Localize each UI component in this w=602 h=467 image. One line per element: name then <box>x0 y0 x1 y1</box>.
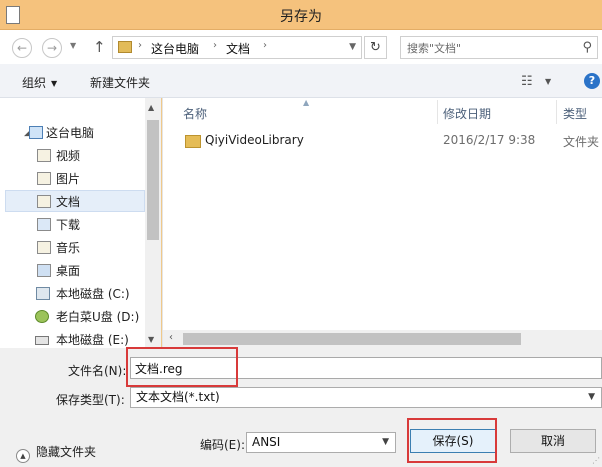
scroll-left-arrow-icon[interactable]: ‹ <box>169 332 173 343</box>
nav-item-downloads[interactable]: 下载 <box>0 214 145 236</box>
encoding-select[interactable]: ANSI ▼ <box>246 432 396 453</box>
filetype-select[interactable]: 文本文档(*.txt) ▼ <box>130 387 602 408</box>
breadcrumb-this-pc[interactable]: 这台电脑 <box>151 40 199 57</box>
nav-scrollbar[interactable]: ▲ ▼ <box>145 98 161 348</box>
nav-item-this-pc[interactable]: ◢ 这台电脑 <box>0 122 145 144</box>
chevron-right-icon: › <box>213 40 217 51</box>
filetype-label: 保存类型(T): <box>56 393 125 407</box>
column-header-date[interactable]: 修改日期 <box>443 105 491 122</box>
encoding-label: 编码(E): <box>200 438 245 452</box>
view-options-icon[interactable]: ☷ <box>521 74 533 89</box>
hide-folders-button[interactable]: ▲ 隐藏文件夹 <box>16 443 96 463</box>
nav-item-drive-d[interactable]: 老白菜U盘 (D:) <box>0 306 145 328</box>
chevron-right-icon: › <box>138 40 142 51</box>
collapse-up-icon: ▲ <box>16 449 30 463</box>
nav-label: 文档 <box>56 195 81 209</box>
refresh-button[interactable]: ↻ <box>364 36 387 59</box>
nav-item-documents[interactable]: 文档 <box>5 190 145 212</box>
drive-icon <box>36 287 50 300</box>
column-header-type[interactable]: 类型 <box>563 105 587 122</box>
nav-label: 桌面 <box>56 264 81 278</box>
back-button[interactable]: ← <box>12 38 32 58</box>
cancel-button[interactable]: 取消 <box>510 429 596 453</box>
scrollbar-thumb[interactable] <box>183 333 521 345</box>
video-folder-icon <box>37 149 51 162</box>
sort-ascending-icon: ▲ <box>303 98 310 107</box>
nav-label: 本地磁盘 (C:) <box>56 287 130 301</box>
forward-button[interactable]: → <box>42 38 62 58</box>
chevron-down-icon: ▼ <box>382 437 389 447</box>
window-title: 另存为 <box>280 9 322 25</box>
organize-button[interactable]: 组织 ▼ <box>22 74 57 91</box>
file-row[interactable]: QiyiVideoLibrary 2016/2/17 9:38 文件夹 <box>163 130 602 152</box>
save-form: 文件名(N): 保存类型(T): 文本文档(*.txt) ▼ ▲ 隐藏文件夹 编码… <box>0 347 602 467</box>
column-divider[interactable] <box>556 100 557 124</box>
chevron-down-icon: ▼ <box>588 392 595 402</box>
nav-label: 老白菜U盘 (D:) <box>56 310 140 324</box>
caret-down-icon[interactable]: ▼ <box>545 77 551 86</box>
column-header-name[interactable]: 名称 <box>183 105 207 122</box>
address-bar[interactable]: › 这台电脑 › 文档 › ▼ <box>112 36 362 59</box>
nav-item-videos[interactable]: 视频 <box>0 145 145 167</box>
pictures-folder-icon <box>37 172 51 185</box>
file-name: QiyiVideoLibrary <box>205 133 304 147</box>
folder-icon <box>118 41 132 53</box>
column-divider[interactable] <box>437 100 438 124</box>
hide-folders-label: 隐藏文件夹 <box>36 445 97 459</box>
search-icon: ⚲ <box>582 40 592 55</box>
search-box[interactable]: ⚲ <box>400 36 598 59</box>
title-bar: 另存为 <box>0 0 602 30</box>
nav-item-drive-c[interactable]: 本地磁盘 (C:) <box>0 283 145 305</box>
highlight-box <box>126 347 238 387</box>
help-icon[interactable]: ? <box>584 73 600 89</box>
nav-label: 音乐 <box>56 241 81 255</box>
scrollbar-thumb[interactable] <box>147 120 159 240</box>
breadcrumb-documents[interactable]: 文档 <box>226 40 250 57</box>
file-date: 2016/2/17 9:38 <box>443 133 536 147</box>
nav-item-pictures[interactable]: 图片 <box>0 168 145 190</box>
music-folder-icon <box>37 241 51 254</box>
caret-down-icon: ▼ <box>51 79 58 88</box>
file-type: 文件夹 <box>563 135 600 149</box>
filetype-value: 文本文档(*.txt) <box>136 390 220 404</box>
command-toolbar: 组织 ▼ 新建文件夹 ☷ ▼ ? <box>0 64 602 98</box>
usb-drive-icon <box>35 310 49 323</box>
documents-folder-icon <box>37 195 51 208</box>
nav-item-music[interactable]: 音乐 <box>0 237 145 259</box>
drive-icon <box>35 336 49 345</box>
highlight-box <box>407 418 497 463</box>
search-input[interactable] <box>407 40 567 56</box>
navigation-pane: ◢ 这台电脑 视频 图片 文档 下载 音乐 桌面 本地磁盘 (C:) 老白菜U盘… <box>0 98 161 348</box>
recent-locations-dropdown[interactable]: ▼ <box>70 41 76 50</box>
filename-label: 文件名(N): <box>68 364 127 378</box>
nav-label: 这台电脑 <box>46 126 95 140</box>
scroll-down-arrow-icon[interactable]: ▼ <box>148 335 154 344</box>
folder-icon <box>185 135 201 148</box>
resize-grip-icon[interactable]: ⋰ <box>592 456 600 465</box>
scroll-up-arrow-icon[interactable]: ▲ <box>148 103 154 112</box>
computer-icon <box>29 126 43 139</box>
nav-label: 视频 <box>56 149 81 163</box>
new-folder-button[interactable]: 新建文件夹 <box>90 74 150 91</box>
nav-item-desktop[interactable]: 桌面 <box>0 260 145 282</box>
up-arrow-icon[interactable]: ↑ <box>93 38 106 56</box>
chevron-right-icon: › <box>263 40 267 51</box>
desktop-folder-icon <box>37 264 51 277</box>
nav-label: 图片 <box>56 172 81 186</box>
file-list: ▲ 名称 修改日期 类型 QiyiVideoLibrary 2016/2/17 … <box>162 98 602 348</box>
chevron-down-icon[interactable]: ▼ <box>349 42 356 52</box>
organize-label: 组织 <box>22 76 47 90</box>
nav-label: 下载 <box>56 218 81 232</box>
horizontal-scrollbar[interactable]: ‹ <box>163 330 602 348</box>
address-row: ← → ▼ ↑ › 这台电脑 › 文档 › ▼ ↻ ⚲ <box>0 30 602 64</box>
downloads-folder-icon <box>37 218 51 231</box>
encoding-value: ANSI <box>252 435 281 449</box>
